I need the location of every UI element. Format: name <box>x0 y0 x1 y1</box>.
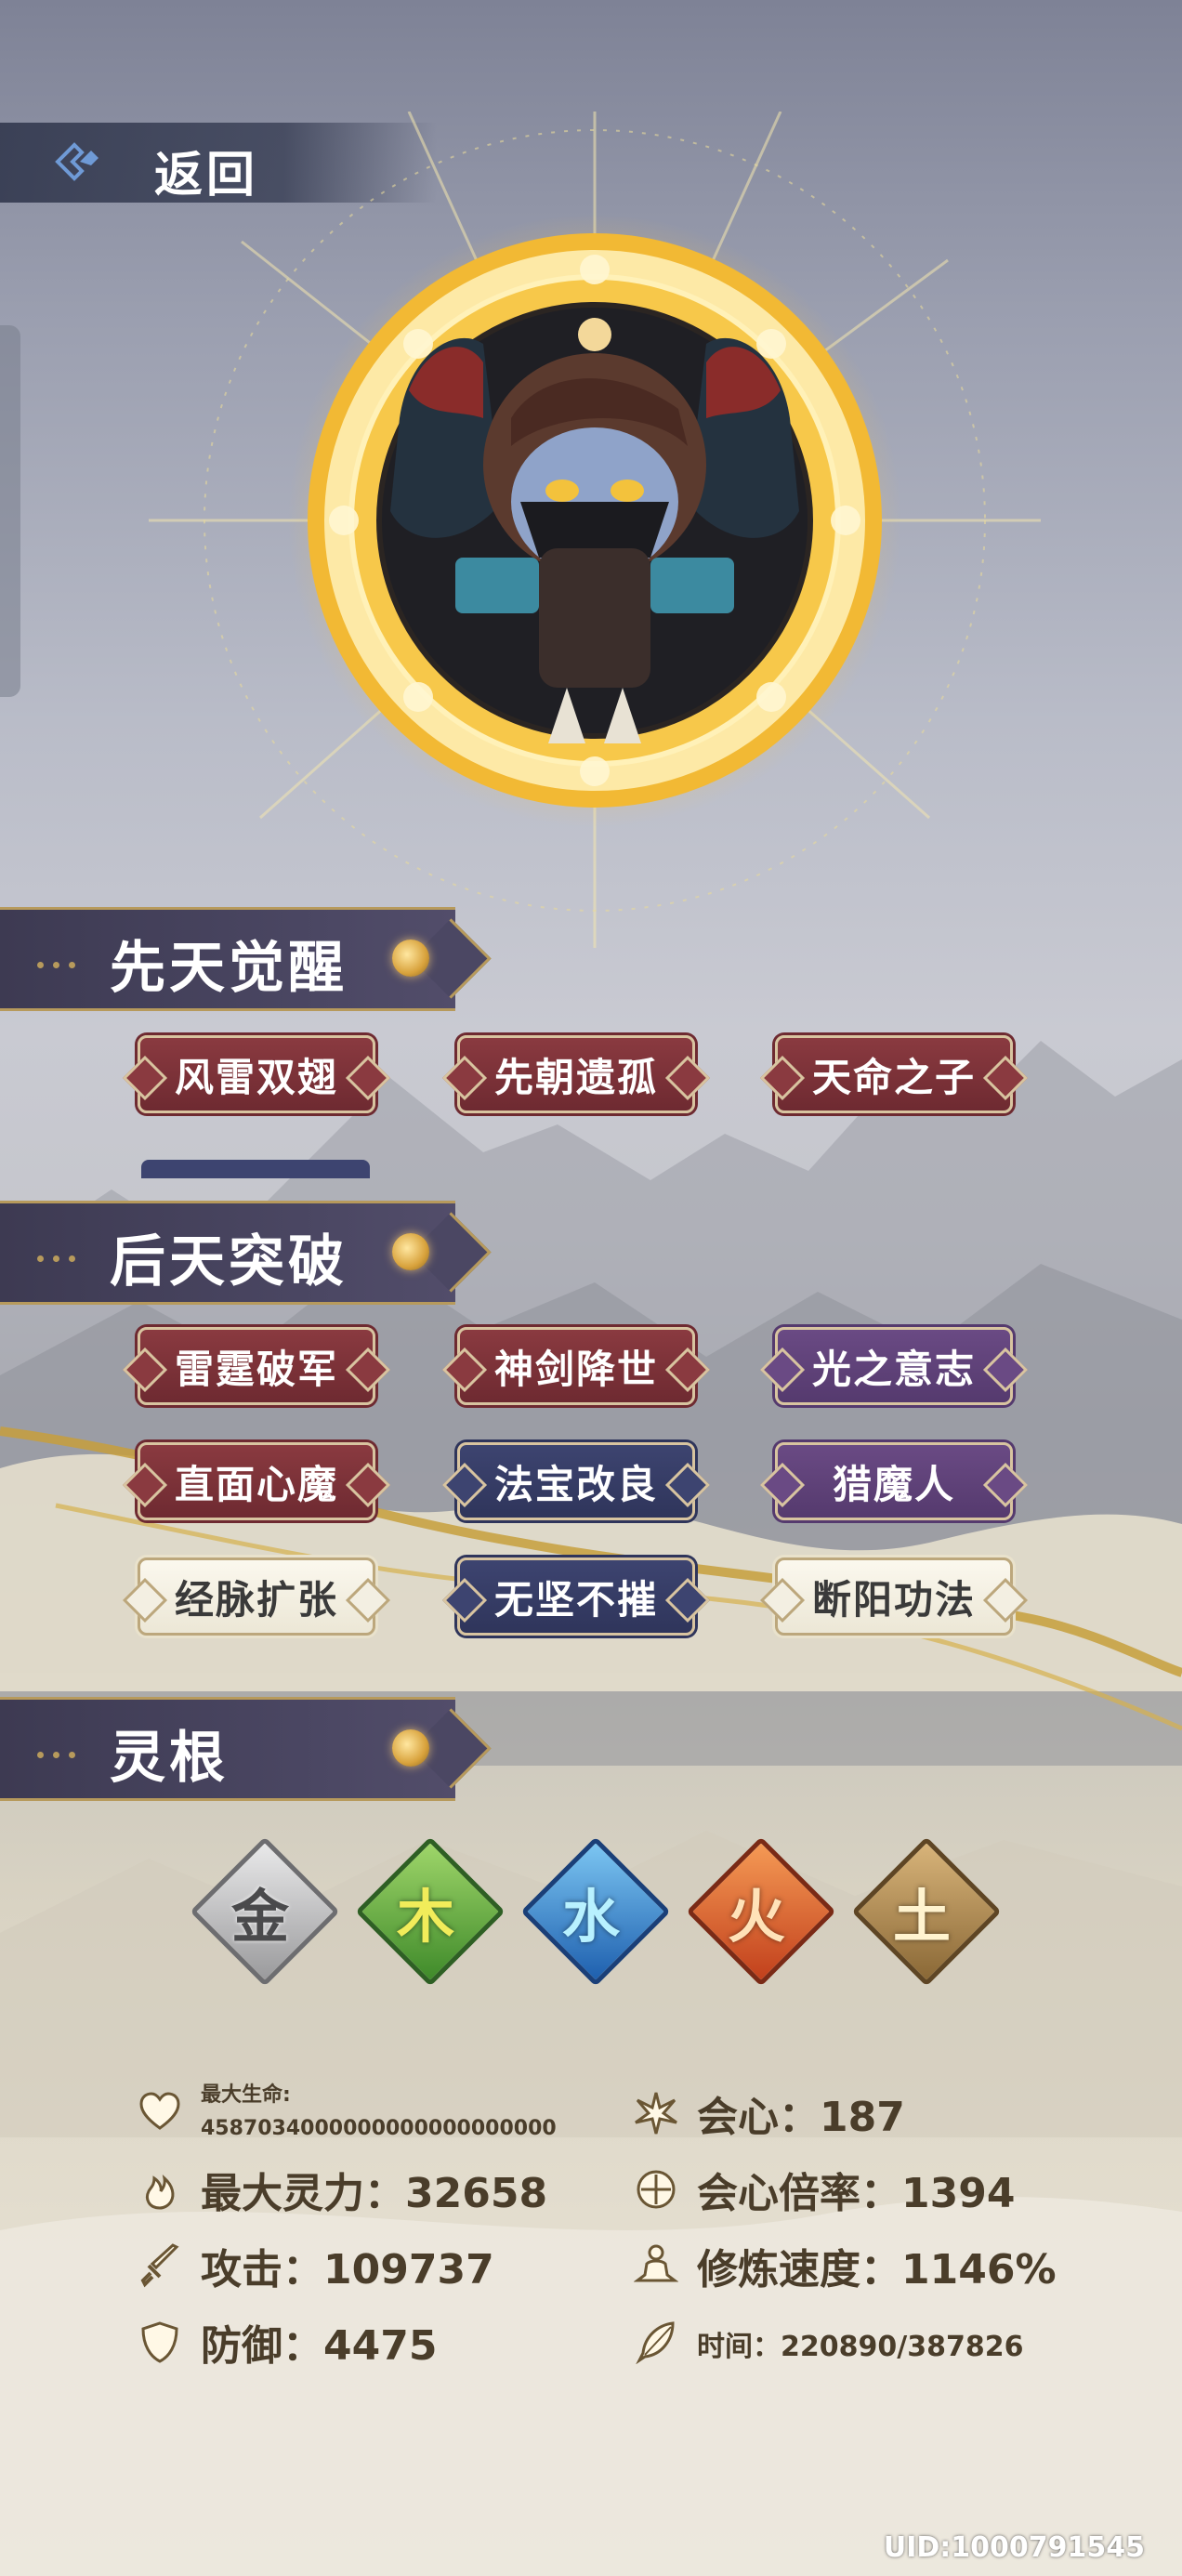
trait-button[interactable]: 断阳功法 <box>775 1557 1013 1636</box>
section-title: 先天觉醒 <box>110 936 348 1001</box>
uid-label: UID:1000791545 <box>883 2531 1145 2564</box>
max-hp-label: 最大生命: <box>201 2083 291 2107</box>
trait-button[interactable]: 先朝遗孤 <box>457 1035 695 1113</box>
trait-button[interactable]: 无坚不摧 <box>457 1557 695 1636</box>
root-label: 木 <box>396 1883 454 1951</box>
defense-stat: 防御：4475 <box>201 2322 438 2370</box>
trait-label: 法宝改良 <box>493 1461 658 1507</box>
trait-button[interactable]: 猎魔人 <box>775 1442 1013 1520</box>
root-label: 水 <box>561 1883 620 1951</box>
trait-label: 经脉扩张 <box>174 1576 338 1623</box>
crit-circle-icon <box>637 2170 676 2209</box>
trait-label: 雷霆破军 <box>174 1346 338 1392</box>
burst-icon <box>635 2092 677 2135</box>
trait-button[interactable]: 天命之子 <box>775 1035 1013 1113</box>
trait-button[interactable]: 雷霆破军 <box>138 1327 375 1405</box>
root-label: 火 <box>727 1883 785 1951</box>
feather-icon <box>636 2321 675 2364</box>
trait-button[interactable]: 光之意志 <box>775 1327 1013 1405</box>
root-label: 土 <box>892 1883 951 1951</box>
trait-button[interactable]: 经脉扩张 <box>138 1557 375 1636</box>
time-stat: 时间：220890/387826 <box>697 2331 1024 2363</box>
trait-label: 神剑降世 <box>493 1346 658 1392</box>
shield-icon <box>141 2321 178 2363</box>
root-water-icon[interactable]: 水 <box>520 1836 671 1987</box>
trait-label: 猎魔人 <box>832 1461 955 1507</box>
character-portrait <box>149 112 1041 948</box>
heart-icon <box>139 2092 180 2130</box>
root-fire-icon[interactable]: 火 <box>686 1836 836 1987</box>
orb-icon <box>392 940 429 977</box>
section-title: 灵根 <box>110 1726 229 1791</box>
header-dots <box>37 1744 98 1758</box>
header-dots <box>37 1248 98 1262</box>
back-icon[interactable] <box>54 138 102 186</box>
section-header-roots: 灵根 <box>0 1697 455 1801</box>
root-label: 金 <box>230 1883 289 1951</box>
sword-icon <box>140 2243 179 2288</box>
side-drawer-handle[interactable] <box>0 325 20 697</box>
root-wood-icon[interactable]: 木 <box>355 1836 506 1987</box>
crit-stat: 会心：187 <box>697 2094 905 2141</box>
crit-mult-stat: 会心倍率：1394 <box>697 2170 1016 2217</box>
cultivation-speed-stat: 修炼速度：1146% <box>697 2246 1057 2293</box>
trait-button[interactable]: 直面心魔 <box>138 1442 375 1520</box>
root-earth-icon[interactable]: 土 <box>851 1836 1002 1987</box>
orb-icon <box>392 1729 429 1767</box>
section-header-innate: 先天觉醒 <box>0 907 455 1011</box>
attack-stat: 攻击：109737 <box>201 2246 494 2293</box>
header-dots <box>37 954 98 968</box>
trait-label: 光之意志 <box>811 1346 976 1392</box>
section-header-acquired: 后天突破 <box>0 1201 455 1305</box>
trait-label: 风雷双翅 <box>174 1054 338 1100</box>
trait-button[interactable]: 法宝改良 <box>457 1442 695 1520</box>
flame-icon <box>146 2175 175 2210</box>
max-hp-value: 4587034000000000000000000 <box>201 2117 557 2140</box>
section-title: 后天突破 <box>110 1229 348 1295</box>
trait-button[interactable]: 风雷双翅 <box>138 1035 375 1113</box>
trait-label: 无坚不摧 <box>493 1576 658 1623</box>
trait-label: 先朝遗孤 <box>493 1054 658 1100</box>
trait-button[interactable]: 神剑降世 <box>457 1327 695 1405</box>
max-sp-stat: 最大灵力：32658 <box>201 2170 548 2217</box>
orb-icon <box>392 1233 429 1270</box>
trait-label: 断阳功法 <box>811 1576 976 1623</box>
root-metal-icon[interactable]: 金 <box>190 1836 340 1987</box>
meditate-icon <box>634 2244 678 2282</box>
trait-label: 直面心魔 <box>174 1461 338 1507</box>
trait-label: 天命之子 <box>811 1054 976 1100</box>
partially-hidden-trait <box>141 1160 370 1178</box>
